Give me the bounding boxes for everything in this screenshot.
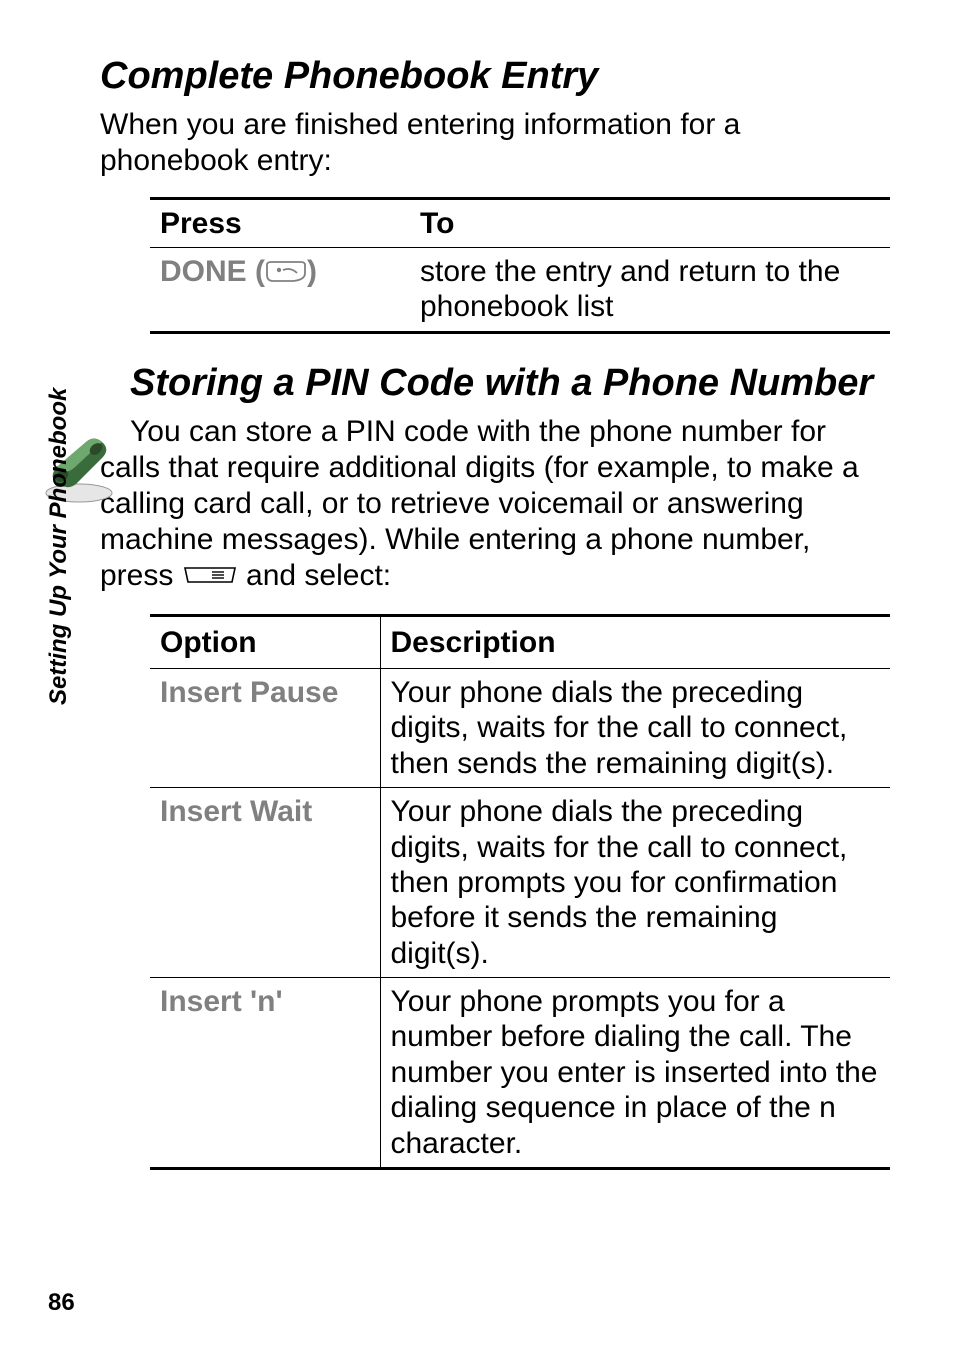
table-row: Insert Wait Your phone dials the precedi… [150,788,890,978]
done-label: DONE [160,255,247,288]
table-row: DONE ( ) store the entry and return to t… [150,248,890,333]
desc-insert-wait: Your phone dials the preceding digits, w… [380,788,890,978]
pin-section: Storing a PIN Code with a Phone Number Y… [100,362,890,1170]
table1-to-cell: store the entry and return to the phoneb… [410,248,890,333]
table1-head-press: Press [150,198,410,247]
press-to-table: Press To DONE ( ) store the entry and re… [150,197,890,334]
table-row: Insert 'n' Your phone prompts you for a … [150,978,890,1169]
section-heading-pin: Storing a PIN Code with a Phone Number [130,362,890,406]
desc-insert-pause: Your phone dials the preceding digits, w… [380,668,890,787]
desc-n-char: n [819,1091,836,1124]
opt-insert-pause: Insert Pause [150,668,380,787]
section1-intro: When you are finished entering informati… [100,107,890,179]
opt-insert-wait: Insert Wait [150,788,380,978]
table1-head-to: To [410,198,890,247]
page-content: Complete Phonebook Entry When you are fi… [100,55,890,1198]
option-description-table: Option Description Insert Pause Your pho… [150,614,890,1170]
desc-n-pre: Your phone prompts you for a number befo… [391,985,878,1124]
section2-intro: You can store a PIN code with the phone … [100,414,890,596]
softkey-right-icon [265,256,307,291]
paren-close: ) [307,255,317,288]
table2-head-description: Description [380,615,890,668]
desc-n-post: character. [391,1127,523,1160]
side-running-head: Setting Up Your Phonebook [45,388,73,705]
section-heading-complete: Complete Phonebook Entry [100,55,890,99]
opt-insert-n: Insert 'n' [150,978,380,1169]
desc-insert-n: Your phone prompts you for a number befo… [380,978,890,1169]
paren-open: ( [255,255,265,288]
table2-head-option: Option [150,615,380,668]
table-row: Insert Pause Your phone dials the preced… [150,668,890,787]
menu-key-icon [182,560,238,596]
page-number: 86 [48,1289,75,1317]
intro-line3: and select: [238,559,391,592]
